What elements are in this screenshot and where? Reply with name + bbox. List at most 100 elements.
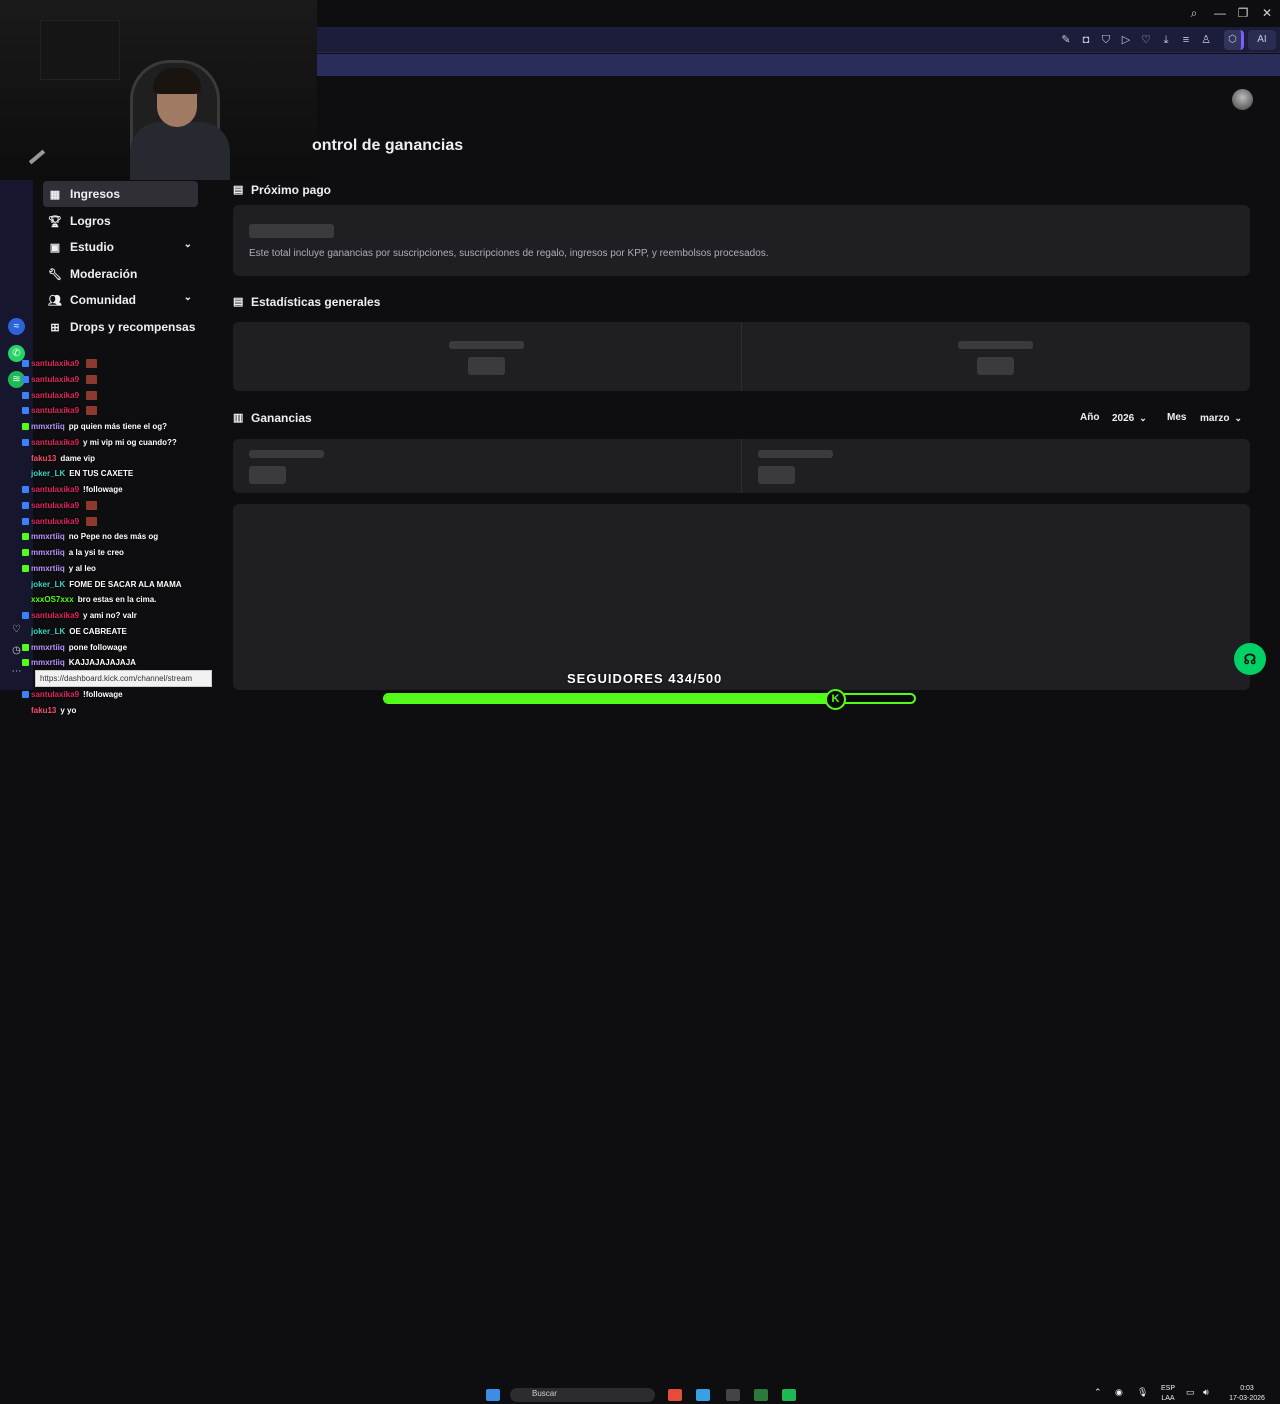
taskbar-search[interactable]: Buscar <box>510 1388 655 1402</box>
chat-username[interactable]: santulaxika9 <box>31 501 79 510</box>
clock[interactable]: 0:03 17-03-2026 <box>1222 1384 1272 1404</box>
chat-badge-icon <box>22 612 29 619</box>
minimize-button[interactable]: — <box>1209 5 1231 21</box>
heart-icon[interactable]: ♡ <box>1139 33 1153 47</box>
chat-username[interactable]: santulaxika9 <box>31 375 79 384</box>
chat-text: FOME DE SACAR ALA MAMA <box>69 579 182 589</box>
chat-username[interactable]: joker_LK <box>31 627 65 636</box>
chat-badge-icon <box>22 360 29 367</box>
webcam-overlay <box>0 0 317 180</box>
taskbar-app-icon[interactable] <box>696 1389 710 1401</box>
microphone-icon[interactable]: 🎙︎ <box>1137 1387 1148 1397</box>
chat-username[interactable]: santulaxika9 <box>31 517 79 526</box>
clock-date: 17-03-2026 <box>1229 1395 1265 1402</box>
taskbar-app-icon[interactable] <box>782 1389 796 1401</box>
url-tooltip: https://dashboard.kick.com/channel/strea… <box>35 670 212 687</box>
chat-username[interactable]: mmxrtiiq <box>31 422 65 431</box>
ai-button[interactable]: AI <box>1248 30 1276 50</box>
support-button[interactable]: ☊ <box>1234 643 1266 675</box>
chat-message: mmxrtiiq pp quien más tiene el og? <box>22 422 167 431</box>
taskbar-app-icon[interactable] <box>668 1389 682 1401</box>
sidebar-item-label: Logros <box>70 214 111 228</box>
chat-username[interactable]: mmxrtiiq <box>31 532 65 541</box>
month-select[interactable]: marzo ⌄ <box>1200 409 1242 427</box>
chat-username[interactable]: mmxrtiiq <box>31 564 65 573</box>
chat-message: mmxrtiiq pone followage <box>22 643 127 652</box>
skeleton-earnings-value <box>249 466 286 484</box>
skeleton-earnings-label <box>249 450 324 458</box>
chat-text: KAJJAJAJAJAJA <box>68 658 136 668</box>
chat-username[interactable]: xxxOS7xxx <box>31 595 74 604</box>
taskbar-search-placeholder: Buscar <box>532 1389 557 1398</box>
chat-username[interactable]: joker_LK <box>31 580 65 589</box>
language-code: ESP <box>1160 1385 1175 1392</box>
chat-badge-icon <box>22 501 29 509</box>
chat-emote-icon <box>86 500 98 510</box>
camera-icon[interactable]: ◘ <box>1079 33 1093 47</box>
chat-username[interactable]: faku13 <box>31 454 56 463</box>
taskbar-app-icon[interactable] <box>754 1389 768 1401</box>
sidebar-item-estudio[interactable]: ▣ Estudio ⌄ <box>43 234 198 260</box>
language-indicator[interactable]: ESP LAA <box>1157 1384 1179 1404</box>
tray-app-icon[interactable]: ◉ <box>1115 1387 1123 1397</box>
chat-text: y mi vip mi og cuando?? <box>83 437 177 447</box>
taskbar-app-icon[interactable] <box>726 1389 740 1401</box>
next-payment-card <box>233 205 1250 276</box>
skeleton-stat-label <box>449 341 524 349</box>
chat-username[interactable]: santulaxika9 <box>31 359 79 368</box>
trophy-icon: 🏆︎ <box>48 215 62 228</box>
profile-icon[interactable]: ♙ <box>1199 33 1213 47</box>
chat-badge-icon <box>22 628 29 635</box>
chat-message: santulaxika9 <box>22 516 98 526</box>
chat-text: pp quien más tiene el og? <box>68 422 168 431</box>
network-icon[interactable]: ▭ <box>1186 1387 1195 1397</box>
chat-message: santulaxika9 <box>22 390 98 400</box>
shield-icon[interactable]: ⛉ <box>1099 33 1113 47</box>
sidebar-item-moderacion[interactable]: 🔧︎ Moderación <box>43 261 198 287</box>
chat-username[interactable]: santulaxika9 <box>31 611 79 620</box>
chat-text: dame vip <box>60 453 96 463</box>
year-select[interactable]: 2026 ⌄ <box>1112 409 1147 427</box>
chat-badge-icon <box>22 533 29 541</box>
chat-username[interactable]: santulaxika9 <box>31 391 79 400</box>
search-icon[interactable]: ⌕ <box>1183 5 1205 21</box>
chat-text: OE CABREATE <box>69 626 127 636</box>
sidebar-item-drops[interactable]: ⊞ Drops y recompensas <box>43 314 198 340</box>
chat-message: santulaxika9 !followage <box>22 485 123 494</box>
download-icon[interactable]: ⤓ <box>1159 33 1173 47</box>
chat-text: EN TUS CAXETE <box>69 469 134 479</box>
chat-badge-icon <box>22 549 29 556</box>
chat-badge-icon <box>22 407 29 415</box>
chat-message: mmxrtiiq no Pepe no des más og <box>22 532 158 541</box>
menu-icon[interactable]: ≡ <box>1179 33 1193 47</box>
chat-emote-icon <box>86 374 98 384</box>
windows-start-icon[interactable] <box>486 1389 500 1401</box>
chat-text: bro estas en la cima. <box>77 595 157 605</box>
chat-message: joker_LK EN TUS CAXETE <box>22 469 133 478</box>
year-label: Año <box>1080 412 1100 423</box>
messenger-icon[interactable]: ≈ <box>8 318 25 335</box>
chat-username[interactable]: joker_LK <box>31 469 65 478</box>
chat-username[interactable]: santulaxika9 <box>31 406 79 415</box>
chat-username[interactable]: santulaxika9 <box>31 438 79 447</box>
extension-icon[interactable]: ⬡ <box>1224 30 1244 50</box>
sidebar-item-ingresos[interactable]: ▦ Ingresos <box>43 181 198 207</box>
skeleton-earnings-label <box>758 450 833 458</box>
play-icon[interactable]: ▷ <box>1119 33 1133 47</box>
chat-message: mmxrtiiq KAJJAJAJAJAJA <box>22 658 136 667</box>
chat-message: santulaxika9 <box>22 500 98 510</box>
close-button[interactable]: ✕ <box>1256 5 1278 21</box>
sidebar-item-logros[interactable]: 🏆︎ Logros <box>43 208 198 234</box>
chat-username[interactable]: mmxrtiiq <box>31 643 65 652</box>
chat-username[interactable]: santulaxika9 <box>31 485 79 494</box>
chat-text: y al leo <box>68 563 96 573</box>
restore-button[interactable]: ❐ <box>1232 5 1254 21</box>
sidebar-item-comunidad[interactable]: 👥︎ Comunidad ⌄ <box>43 287 198 313</box>
avatar[interactable] <box>1232 89 1253 110</box>
volume-icon[interactable]: 🔊︎ <box>1203 1387 1209 1397</box>
tray-chevron-icon[interactable]: ⌃ <box>1094 1387 1102 1397</box>
chat-text: a la ysi te creo <box>68 548 124 557</box>
edit-icon[interactable]: ✎ <box>1059 33 1073 47</box>
chat-username[interactable]: mmxrtiiq <box>31 658 65 667</box>
chat-username[interactable]: mmxrtiiq <box>31 548 65 557</box>
